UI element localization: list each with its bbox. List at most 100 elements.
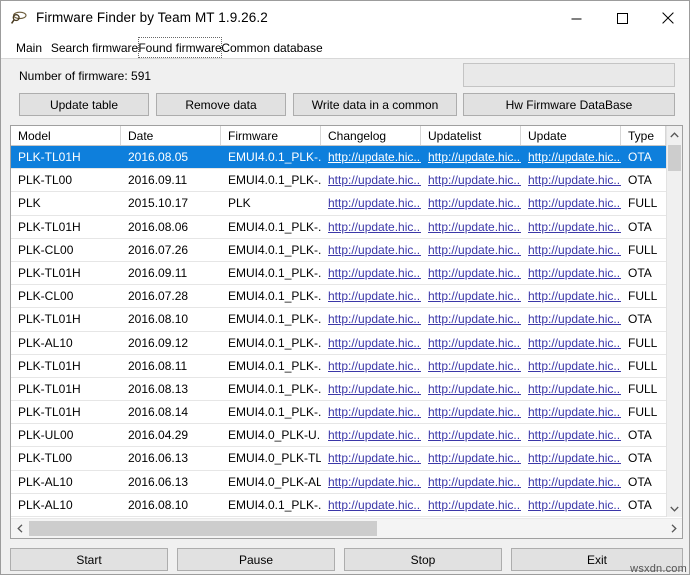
column-header-date[interactable]: Date [121, 126, 221, 145]
vertical-scrollbar[interactable] [666, 126, 682, 517]
scroll-up-button[interactable] [667, 126, 682, 143]
table-row[interactable]: PLK-AL10 2016.09.12 EMUI4.0.1_PLK-... http:… [11, 331, 666, 355]
stop-button[interactable]: Stop [344, 548, 502, 571]
cell-changelog[interactable]: http://update.hic... [321, 146, 421, 168]
vertical-scroll-thumb[interactable] [668, 145, 681, 171]
close-button[interactable] [645, 1, 689, 35]
cell-update[interactable]: http://update.hic... [521, 332, 621, 354]
hw-firmware-database-button[interactable]: Hw Firmware DataBase [463, 93, 675, 116]
cell-update[interactable]: http://update.hic... [521, 494, 621, 516]
cell-changelog[interactable]: http://update.hic... [321, 262, 421, 284]
cell-update[interactable]: http://update.hic... [521, 146, 621, 168]
cell-changelog[interactable]: http://update.hic... [321, 308, 421, 330]
cell-changelog[interactable]: http://update.hic... [321, 332, 421, 354]
firmware-count-label: Number of firmware: 591 [19, 69, 152, 83]
table-row[interactable]: PLK-TL002016.06.13EMUI4.0_PLK-TL...http:… [11, 447, 666, 471]
pause-button[interactable]: Pause [177, 548, 335, 571]
cell-updatelist[interactable]: http://update.hic... [421, 285, 521, 307]
cell-update[interactable]: http://update.hic... [521, 262, 621, 284]
column-header-update[interactable]: Update [521, 126, 621, 145]
table-row[interactable]: PLK-TL00 2016.09.11 EMUI4.0.1_PLK-... http:… [11, 169, 666, 193]
tab-found-firmware[interactable]: Found firmware [138, 37, 222, 58]
column-header-updatelist[interactable]: Updatelist [421, 126, 521, 145]
scroll-left-button[interactable] [11, 519, 28, 538]
cell-update[interactable]: http://update.hic... [521, 308, 621, 330]
start-button[interactable]: Start [10, 548, 168, 571]
minimize-button[interactable] [553, 1, 599, 35]
write-data-in-common-button[interactable]: Write data in a common [293, 93, 457, 116]
cell-update[interactable]: http://update.hic... [521, 447, 621, 469]
cell-update[interactable]: http://update.hic... [521, 285, 621, 307]
maximize-button[interactable] [599, 1, 645, 35]
cell-updatelist[interactable]: http://update.hic... [421, 471, 521, 493]
table-row[interactable]: PLK-TL01H 2016.09.11 EMUI4.0.1_PLK-... http… [11, 261, 666, 286]
cell-update[interactable]: http://update.hic... [521, 239, 621, 261]
cell-updatelist[interactable]: http://update.hic... [421, 378, 521, 400]
tab-common-database[interactable]: Common database [221, 37, 322, 58]
column-header-changelog[interactable]: Changelog [321, 126, 421, 145]
cell-changelog[interactable]: http://update.hic... [321, 378, 421, 400]
cell-updatelist[interactable]: http://update.hic... [421, 308, 521, 330]
column-header-type[interactable]: Type [621, 126, 666, 145]
cell-model: PLK-TL01H [18, 265, 81, 280]
cell-updatelist[interactable]: http://update.hic... [421, 146, 521, 168]
cell-changelog[interactable]: http://update.hic... [321, 239, 421, 261]
cell-updatelist[interactable]: http://update.hic... [421, 262, 521, 284]
cell-updatelist[interactable]: http://update.hic... [421, 447, 521, 469]
table-row[interactable]: PLK-CL00 2016.07.28 EMUI4.0.1_PLK-... http:… [11, 285, 666, 309]
cell-model: PLK-AL10 [18, 497, 73, 512]
cell-changelog[interactable]: http://update.hic... [321, 216, 421, 238]
cell-updatelist[interactable]: http://update.hic... [421, 355, 521, 377]
cell-update[interactable]: http://update.hic... [521, 216, 621, 238]
scroll-right-button[interactable] [665, 519, 682, 538]
table-row[interactable]: PLK-TL01H 2016.08.05 EMUI4.0.1_PLK-... http… [11, 146, 666, 170]
chevron-left-icon [16, 524, 22, 533]
cell-changelog[interactable]: http://update.hic... [321, 494, 421, 516]
table-row[interactable]: PLK-AL10 2016.08.10 EMUI4.0.1_PLK-... http:… [11, 493, 666, 517]
update-table-button[interactable]: Update table [19, 93, 149, 116]
cell-updatelist[interactable]: http://update.hic... [421, 169, 521, 191]
remove-data-button[interactable]: Remove data [156, 93, 286, 116]
table-row[interactable]: PLK-TL01H 2016.08.10 EMUI4.0.1_PLK-... http… [11, 308, 666, 332]
cell-update[interactable]: http://update.hic... [521, 169, 621, 191]
cell-changelog[interactable]: http://update.hic... [321, 169, 421, 191]
cell-model: PLK-TL00 [18, 173, 73, 188]
cell-changelog[interactable]: http://update.hic... [321, 471, 421, 493]
cell-updatelist[interactable]: http://update.hic... [421, 424, 521, 446]
cell-changelog[interactable]: http://update.hic... [321, 401, 421, 423]
column-header-firmware[interactable]: Firmware [221, 126, 321, 145]
table-row[interactable]: PLK-CL00 2016.07.26 EMUI4.0.1_PLK-... http:… [11, 238, 666, 262]
cell-update[interactable]: http://update.hic... [521, 378, 621, 400]
cell-updatelist[interactable]: http://update.hic... [421, 401, 521, 423]
cell-changelog[interactable]: http://update.hic... [321, 447, 421, 469]
horizontal-scroll-thumb[interactable] [29, 521, 377, 536]
cell-updatelist[interactable]: http://update.hic... [421, 239, 521, 261]
cell-updatelist[interactable]: http://update.hic... [421, 332, 521, 354]
cell-changelog[interactable]: http://update.hic... [321, 424, 421, 446]
cell-update[interactable]: http://update.hic... [521, 471, 621, 493]
horizontal-scrollbar[interactable] [11, 518, 682, 538]
table-row[interactable]: PLK-TL01H 2016.08.06 EMUI4.0.1_PLK-... http… [11, 215, 666, 239]
table-row[interactable]: PLK-TL01H 2016.08.14 EMUI4.0.1_PLK-... http… [11, 401, 666, 425]
cell-updatelist[interactable]: http://update.hic... [421, 494, 521, 516]
tab-main[interactable]: Main [7, 37, 51, 58]
cell-type: OTA [628, 451, 652, 466]
tab-search-firmware[interactable]: Search firmware [51, 37, 138, 58]
cell-updatelist[interactable]: http://update.hic... [421, 216, 521, 238]
table-row[interactable]: PLK 2015.10.17 PLK http://update.hic... http… [11, 192, 666, 216]
table-row[interactable]: PLK-TL01H 2016.08.13 EMUI4.0.1_PLK-... http… [11, 377, 666, 402]
cell-changelog[interactable]: http://update.hic... [321, 285, 421, 307]
status-field[interactable] [463, 63, 675, 87]
table-row[interactable]: PLK-TL01H 2016.08.11 EMUI4.0.1_PLK-... http… [11, 354, 666, 378]
cell-updatelist[interactable]: http://update.hic... [421, 192, 521, 214]
cell-changelog[interactable]: http://update.hic... [321, 355, 421, 377]
cell-changelog[interactable]: http://update.hic... [321, 192, 421, 214]
cell-update[interactable]: http://update.hic... [521, 424, 621, 446]
cell-update[interactable]: http://update.hic... [521, 401, 621, 423]
cell-update[interactable]: http://update.hic... [521, 355, 621, 377]
cell-update[interactable]: http://update.hic... [521, 192, 621, 214]
scroll-down-button[interactable] [667, 500, 682, 517]
table-row[interactable]: PLK-UL00 2016.04.29 EMUI4.0_PLK-U... http:/… [11, 424, 666, 448]
column-header-model[interactable]: Model [11, 126, 121, 145]
table-row[interactable]: PLK-AL102016.06.13EMUI4.0_PLK-AL...http:… [11, 470, 666, 494]
